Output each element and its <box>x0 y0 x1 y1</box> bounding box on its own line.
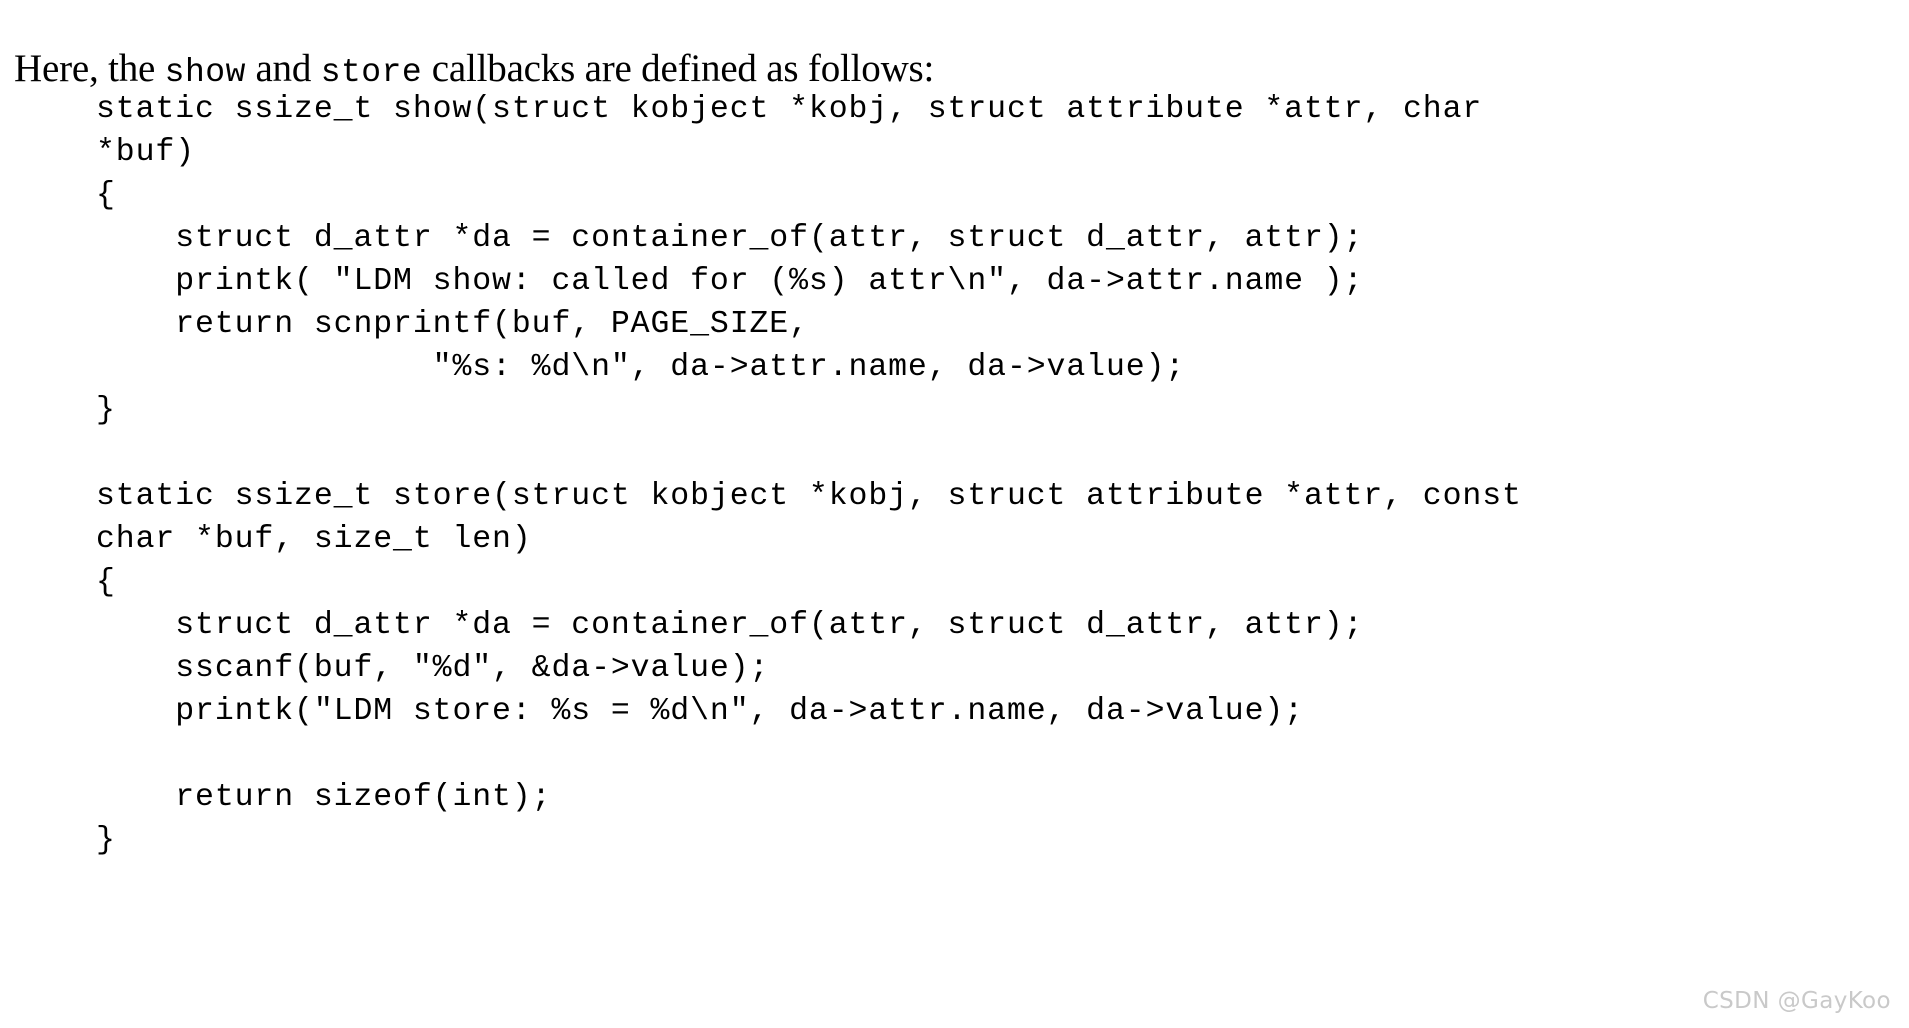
code-block: static ssize_t show(struct kobject *kobj… <box>96 88 1887 862</box>
inline-code-store: store <box>320 54 423 91</box>
inline-code-show: show <box>164 54 246 91</box>
intro-text-part2: and <box>245 47 321 90</box>
code-line: "%s: %d\n", da->attr.name, da->value); <box>96 350 1186 385</box>
code-line: printk( "LDM show: called for (%s) attr\… <box>96 264 1364 299</box>
intro-text-part1: Here, the <box>14 47 165 90</box>
code-line: { <box>96 178 116 213</box>
code-line: static ssize_t store(struct kobject *kob… <box>96 479 1522 514</box>
code-line: } <box>96 823 116 858</box>
code-line: struct d_attr *da = container_of(attr, s… <box>96 608 1364 643</box>
watermark: CSDN @GayKoo <box>1702 988 1891 1014</box>
code-line: printk("LDM store: %s = %d\n", da->attr.… <box>96 694 1304 729</box>
intro-text-part3: callbacks are defined as follows: <box>422 47 935 90</box>
code-line: return scnprintf(buf, PAGE_SIZE, <box>96 307 809 342</box>
code-line: { <box>96 565 116 600</box>
document-page: Here, the show and store callbacks are d… <box>0 0 1909 1028</box>
code-line: } <box>96 393 116 428</box>
code-line: char *buf, size_t len) <box>96 522 532 557</box>
code-line: sscanf(buf, "%d", &da->value); <box>96 651 770 686</box>
code-line: *buf) <box>96 135 196 170</box>
code-line: return sizeof(int); <box>96 780 552 815</box>
code-line: static ssize_t show(struct kobject *kobj… <box>96 92 1483 127</box>
code-line: struct d_attr *da = container_of(attr, s… <box>96 221 1364 256</box>
